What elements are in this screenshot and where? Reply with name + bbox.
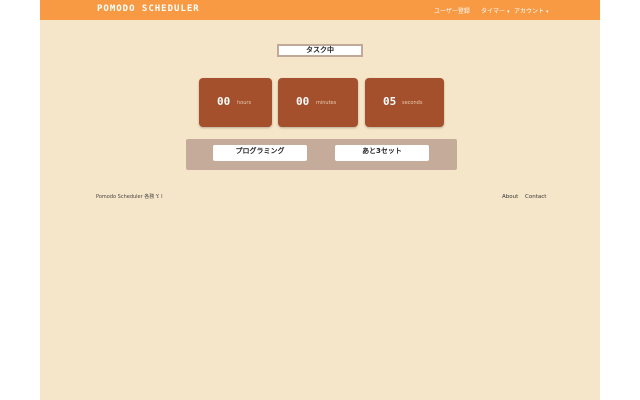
brand-logo[interactable]: POMODO SCHEDULER — [97, 4, 200, 14]
remaining-sets-button[interactable]: あと3セット — [335, 145, 429, 161]
nav-item-timer-dropdown[interactable]: タイマー ▾ — [481, 6, 510, 15]
chevron-down-icon: ▾ — [507, 9, 510, 15]
timer-minutes-unit: minutes — [316, 100, 337, 106]
timer-hours-unit: hours — [237, 100, 252, 106]
footer-contact-link[interactable]: Contact — [525, 194, 546, 200]
timer-hours-card: 00 hours — [199, 78, 272, 127]
nav-item-label: ユーザー登録 — [434, 8, 470, 15]
timer-seconds-value: 05 — [383, 95, 397, 108]
timer-hours-value: 00 — [217, 95, 231, 108]
footer-about-link[interactable]: About — [502, 194, 518, 200]
page: POMODO SCHEDULER ユーザー登録 タイマー ▾ アカウント ▾ タスク… — [40, 0, 600, 400]
status-badge: タスク中 — [277, 44, 363, 57]
chevron-down-icon: ▾ — [546, 9, 549, 15]
nav-item-label: タイマー — [481, 8, 506, 15]
timer-seconds-unit: seconds — [402, 100, 423, 106]
footer-copyright: Pomodo Scheduler 各務 Y. I — [96, 194, 163, 200]
navbar: POMODO SCHEDULER ユーザー登録 タイマー ▾ アカウント ▾ — [40, 0, 600, 20]
timer-minutes-card: 00 minutes — [278, 78, 358, 127]
nav-item-label: アカウント — [514, 8, 545, 15]
nav-item-account-dropdown[interactable]: アカウント ▾ — [514, 6, 549, 15]
timer-minutes-value: 00 — [296, 95, 310, 108]
task-panel: プログラミング あと3セット — [186, 139, 457, 170]
timer-seconds-card: 05 seconds — [365, 78, 444, 127]
task-name-button[interactable]: プログラミング — [213, 145, 307, 161]
nav-item-user-register[interactable]: ユーザー登録 — [434, 6, 470, 15]
